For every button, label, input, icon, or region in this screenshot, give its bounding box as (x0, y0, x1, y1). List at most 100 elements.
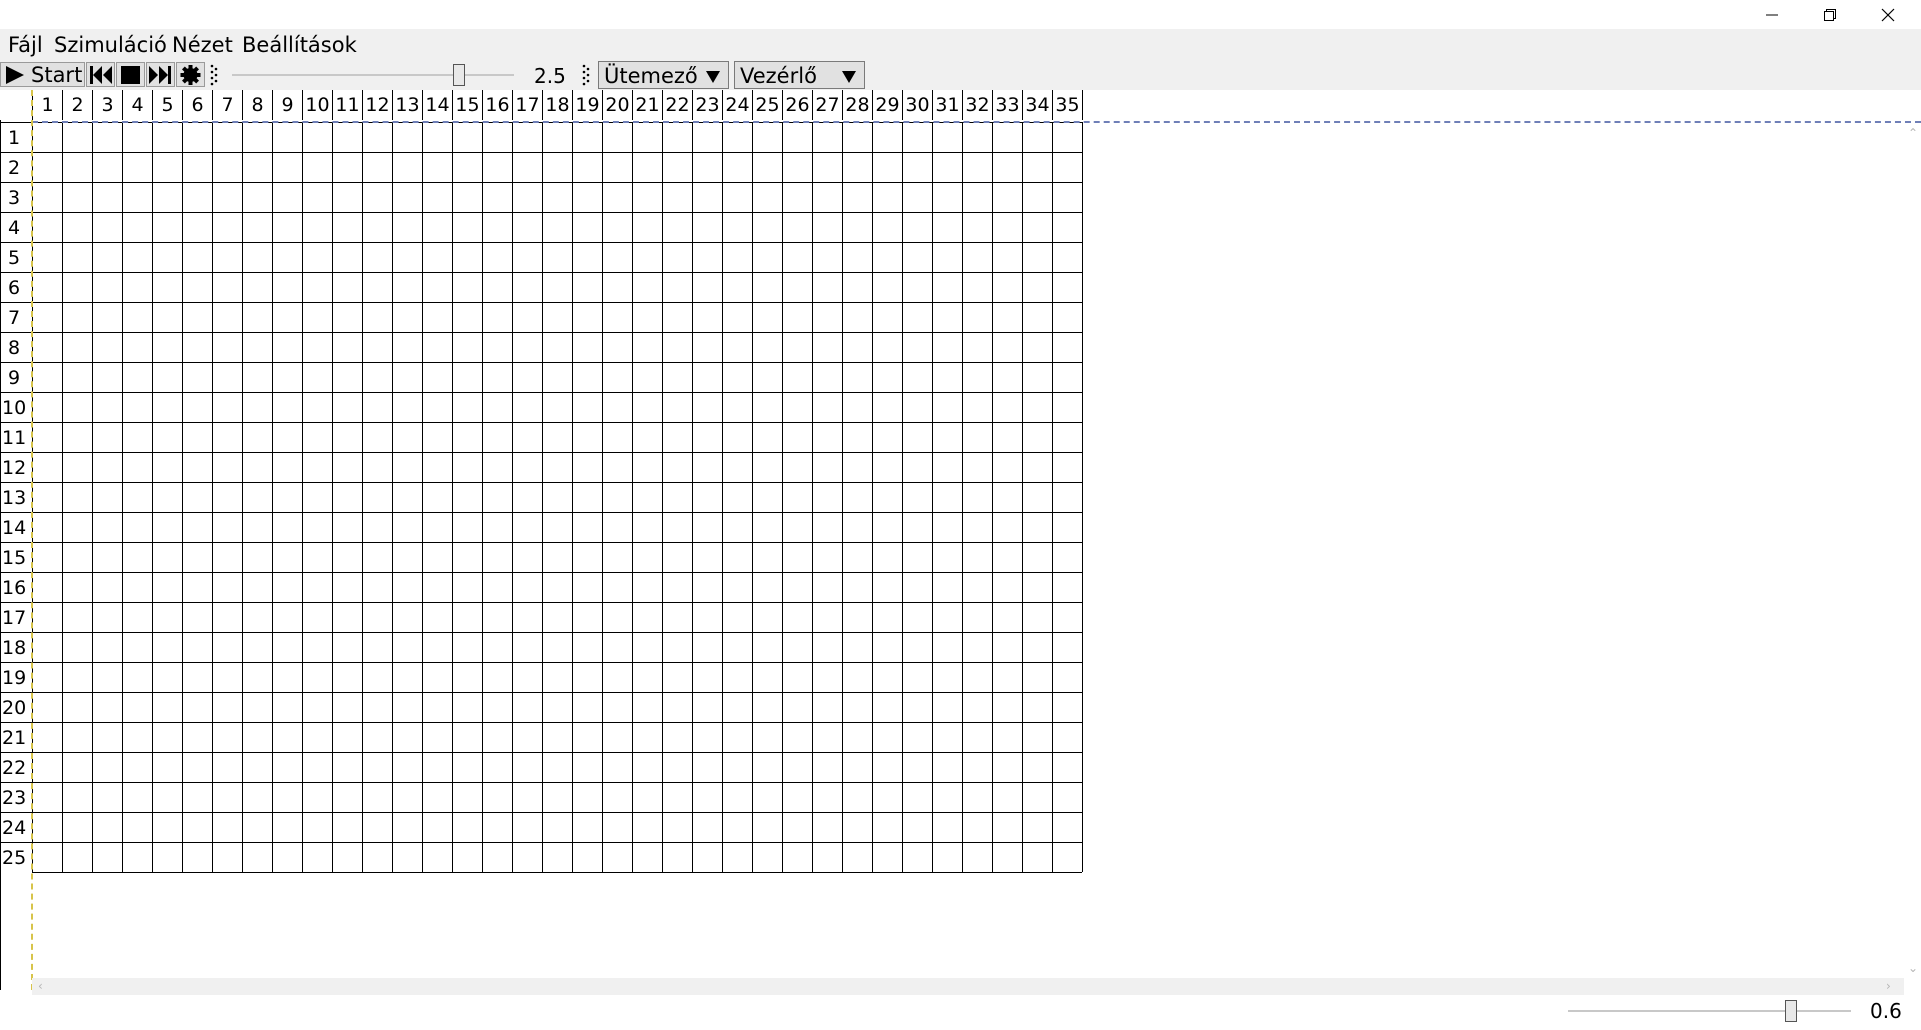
column-header-15: 15 (452, 90, 482, 120)
column-header-33: 33 (992, 90, 1022, 120)
menu-file[interactable]: Fájl (4, 29, 47, 60)
column-header-1: 1 (32, 90, 62, 120)
row-header-17: 17 (0, 602, 32, 632)
row-header-4: 4 (0, 212, 32, 242)
scroll-left-icon[interactable]: ‹ (38, 978, 43, 995)
column-header-24: 24 (722, 90, 752, 120)
rewind-button[interactable] (86, 62, 115, 87)
restore-icon (1824, 8, 1836, 21)
zoom-value: 0.6 (1870, 999, 1902, 1023)
column-header-34: 34 (1022, 90, 1052, 120)
horizontal-guide-line (32, 121, 1921, 123)
column-header-16: 16 (482, 90, 512, 120)
row-header-9: 9 (0, 362, 32, 392)
row-header-24: 24 (0, 812, 32, 842)
column-header-17: 17 (512, 90, 542, 120)
stop-icon (121, 65, 140, 84)
row-header-2: 2 (0, 152, 32, 182)
row-header-23: 23 (0, 782, 32, 812)
row-header-8: 8 (0, 332, 32, 362)
toolbar-grip-icon[interactable] (582, 63, 590, 87)
zoom-slider[interactable] (1568, 999, 1851, 1023)
row-header-7: 7 (0, 302, 32, 332)
row-header-18: 18 (0, 632, 32, 662)
controller-combo-value: Vezérlő (740, 64, 817, 88)
column-header-30: 30 (902, 90, 932, 120)
play-icon (6, 65, 24, 84)
column-header-14: 14 (422, 90, 452, 120)
column-header-27: 27 (812, 90, 842, 120)
rewind-icon (90, 65, 112, 84)
column-header-23: 23 (692, 90, 722, 120)
row-header-13: 13 (0, 482, 32, 512)
menu-settings[interactable]: Beállítások (238, 29, 361, 60)
row-header-15: 15 (0, 542, 32, 572)
controller-combo[interactable]: Vezérlő (734, 61, 865, 89)
speed-value: 2.5 (534, 64, 566, 88)
row-header-10: 10 (0, 392, 32, 422)
minimize-icon (1766, 14, 1778, 15)
column-header-13: 13 (392, 90, 422, 120)
column-header-10: 10 (302, 90, 332, 120)
row-header-25: 25 (0, 842, 32, 872)
gear-icon (180, 64, 201, 85)
column-header-28: 28 (842, 90, 872, 120)
column-header-11: 11 (332, 90, 362, 120)
scheduler-combo[interactable]: Ütemező (598, 61, 729, 89)
zoom-slider-thumb[interactable] (1785, 1000, 1797, 1022)
column-header-20: 20 (602, 90, 632, 120)
column-header-18: 18 (542, 90, 572, 120)
vertical-scrollbar[interactable]: ⌃ ⌄ (1904, 125, 1921, 980)
start-button[interactable]: Start (0, 62, 85, 87)
column-header-21: 21 (632, 90, 662, 120)
column-header-end-border (1082, 90, 1083, 120)
toolbar-grip-icon[interactable] (210, 63, 218, 87)
column-header-5: 5 (152, 90, 182, 120)
column-header-29: 29 (872, 90, 902, 120)
minimize-button[interactable] (1743, 0, 1801, 29)
fast-forward-button[interactable] (146, 62, 175, 87)
speed-slider-thumb[interactable] (453, 64, 465, 86)
column-header-31: 31 (932, 90, 962, 120)
row-header-6: 6 (0, 272, 32, 302)
chevron-down-icon (842, 71, 856, 83)
grid-cells[interactable] (32, 122, 1083, 873)
close-icon (1881, 8, 1895, 21)
row-header-12: 12 (0, 452, 32, 482)
column-header-22: 22 (662, 90, 692, 120)
row-header-14: 14 (0, 512, 32, 542)
restore-button[interactable] (1801, 0, 1859, 29)
horizontal-scrollbar[interactable]: ‹ › (32, 978, 1904, 995)
speed-slider-track (232, 74, 514, 76)
menu-view[interactable]: Nézet (168, 29, 237, 60)
chevron-down-icon (706, 71, 720, 83)
close-button[interactable] (1859, 0, 1917, 29)
fast-forward-icon (149, 65, 171, 84)
vertical-guide-line (31, 90, 33, 990)
column-header-6: 6 (182, 90, 212, 120)
column-header-19: 19 (572, 90, 602, 120)
column-header-35: 35 (1052, 90, 1082, 120)
scroll-right-icon[interactable]: › (1886, 978, 1891, 995)
scroll-up-icon[interactable]: ⌃ (1908, 125, 1918, 142)
toolbar: Start 2.5 Ütemező Vezérlő (0, 60, 1921, 90)
row-header-11: 11 (0, 422, 32, 452)
settings-button[interactable] (176, 62, 205, 87)
column-header-26: 26 (782, 90, 812, 120)
row-header-19: 19 (0, 662, 32, 692)
column-header-12: 12 (362, 90, 392, 120)
title-bar (0, 0, 1921, 29)
row-header-22: 22 (0, 752, 32, 782)
stop-button[interactable] (116, 62, 145, 87)
scroll-down-icon[interactable]: ⌄ (1908, 960, 1918, 977)
column-header-3: 3 (92, 90, 122, 120)
speed-slider[interactable] (232, 63, 514, 87)
row-header-20: 20 (0, 692, 32, 722)
start-label: Start (31, 62, 83, 87)
menu-bar: Fájl Szimuláció Nézet Beállítások (0, 29, 1921, 60)
row-header-21: 21 (0, 722, 32, 752)
scheduler-combo-value: Ütemező (604, 64, 698, 88)
menu-simulation[interactable]: Szimuláció (50, 29, 171, 60)
grid-area[interactable]: 1 2 3 4 5 6 7 8 9 10 11 12 13 14 15 16 17 18 19 20 21 22 23 24 2… (0, 90, 1921, 990)
row-header-16: 16 (0, 572, 32, 602)
